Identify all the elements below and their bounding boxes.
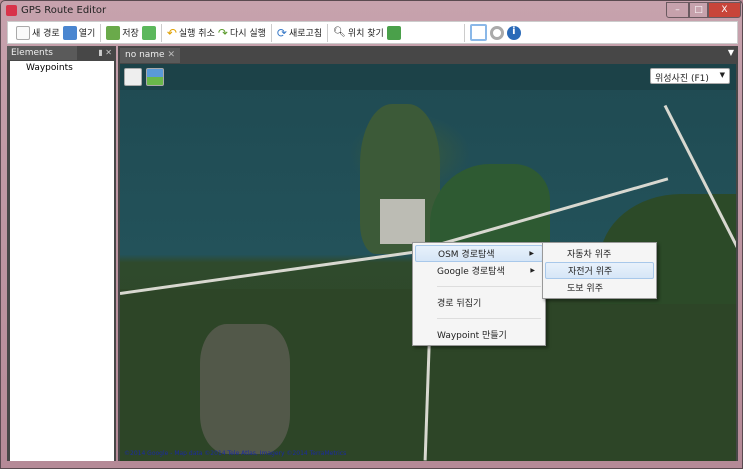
toolbar-separator	[270, 23, 272, 42]
undo-icon: ↶	[166, 25, 177, 40]
panel-toggle-button[interactable]	[469, 24, 487, 41]
tab-no-name[interactable]: no name ✕	[120, 48, 181, 63]
minimize-button[interactable]: –	[666, 2, 689, 18]
settings-button[interactable]	[489, 25, 504, 40]
panel-layout-icon	[469, 24, 487, 41]
new-route-button[interactable]: 새 경로	[16, 25, 60, 40]
menu-separator	[437, 318, 541, 319]
gear-icon	[489, 25, 504, 40]
toolbar-separator	[327, 23, 329, 42]
menu-item-create-waypoint[interactable]: Waypoint 만들기	[415, 326, 543, 343]
save-as-button[interactable]	[141, 25, 156, 40]
redo-button[interactable]: ↷ 다시 실행	[218, 26, 266, 40]
pin-icon[interactable]: ▮	[98, 48, 102, 57]
context-menu: OSM 경로탐색 ▶ Google 경로탐색 ▶ 경로 뒤집기 Waypoint 만…	[412, 242, 546, 346]
about-button[interactable]: i	[506, 25, 521, 40]
submenu-item-walking[interactable]: 도보 위주	[545, 279, 654, 296]
save-button[interactable]: 저장	[106, 25, 139, 40]
menu-item-google-routing[interactable]: Google 경로탐색 ▶	[415, 262, 543, 279]
open-button[interactable]: 열기	[62, 25, 95, 40]
submenu-item-car[interactable]: 자동차 위주	[545, 245, 654, 262]
info-icon: i	[506, 25, 521, 40]
osm-submenu: 자동차 위주 자전거 위주 도보 위주	[542, 242, 657, 299]
map-layer-select[interactable]: 위성사진 (F1) ▼	[650, 68, 730, 84]
toolbar-separator	[463, 23, 465, 42]
close-button[interactable]: X	[708, 2, 741, 18]
menu-item-reverse-route[interactable]: 경로 뒤집기	[415, 294, 543, 311]
window-title: GPS Route Editor	[21, 5, 107, 16]
new-document-icon	[16, 25, 30, 40]
map-copyright: ©2014 Google - Map data ©2014 Tele Atlas…	[124, 450, 347, 457]
save-as-icon	[141, 25, 156, 40]
image-layer-button[interactable]	[146, 68, 164, 86]
tab-list-icon[interactable]: ▼	[728, 48, 734, 57]
app-icon	[6, 5, 17, 16]
redo-icon: ↷	[217, 25, 228, 40]
toolbar-separator	[100, 23, 102, 42]
submenu-arrow-icon: ▶	[529, 250, 534, 257]
refresh-button[interactable]: ⟳ 새로고침	[277, 26, 322, 40]
elements-panel: Elements ▮ ✕ Waypoints	[7, 46, 116, 461]
toolbar: 새 경로 열기 저장 ↶ 실행 취소 ↷ 다시 실행 ⟳ 새로고침 🔍︎ 위치 찾기 i	[7, 21, 738, 44]
tab-close-icon[interactable]: ✕	[167, 50, 175, 60]
maximize-button[interactable]: □	[689, 2, 708, 18]
search-icon: 🔍︎	[333, 27, 346, 38]
folder-open-icon	[62, 25, 77, 40]
zoom-extent-button[interactable]	[386, 25, 401, 40]
menu-item-osm-routing[interactable]: OSM 경로탐색 ▶	[415, 245, 543, 262]
elements-tree: Waypoints	[10, 61, 114, 461]
panel-header: Elements	[7, 46, 77, 60]
find-location-button[interactable]: 🔍︎ 위치 찾기	[333, 26, 384, 39]
undo-button[interactable]: ↶ 실행 취소	[167, 26, 215, 40]
app-window: GPS Route Editor – □ X 새 경로 열기 저장 ↶ 실행 취소…	[0, 0, 743, 469]
submenu-item-bicycle[interactable]: 자전거 위주	[545, 262, 654, 279]
refresh-icon: ⟳	[276, 25, 287, 40]
expand-icon	[386, 25, 401, 40]
elevation-chart-button[interactable]	[124, 68, 142, 86]
toolbar-separator	[160, 23, 162, 42]
panel-close-icon[interactable]: ✕	[105, 48, 112, 57]
save-download-icon	[106, 25, 121, 40]
menu-separator	[437, 286, 541, 287]
submenu-arrow-icon: ▶	[530, 267, 535, 274]
tree-item-waypoints[interactable]: Waypoints	[26, 63, 98, 73]
